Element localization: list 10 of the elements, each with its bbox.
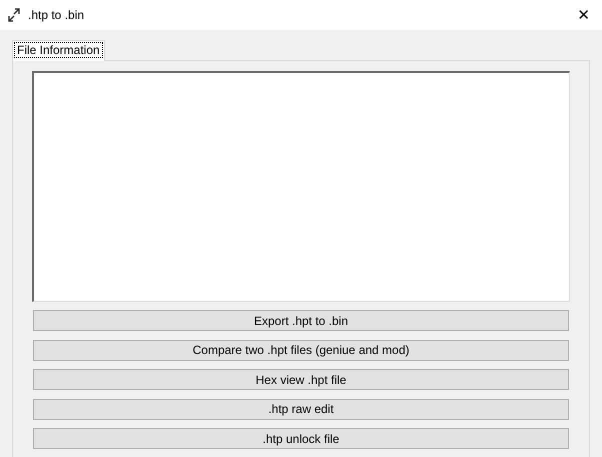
tab[interactable]: File Information [12,40,105,61]
action-button[interactable]: .htp raw edit [33,398,569,420]
text-area[interactable] [32,71,570,302]
close-button[interactable]: ✕ [573,6,594,24]
window-title: .htp to .bin [28,8,86,22]
action-button[interactable]: Export .hpt to .bin [33,310,569,331]
action-button[interactable]: Hex view .hpt file [33,369,569,390]
action-button[interactable]: .htp unlock file [33,428,569,449]
app-icon [7,7,21,23]
action-button[interactable]: Compare two .hpt files (geniue and mod) [33,340,569,360]
